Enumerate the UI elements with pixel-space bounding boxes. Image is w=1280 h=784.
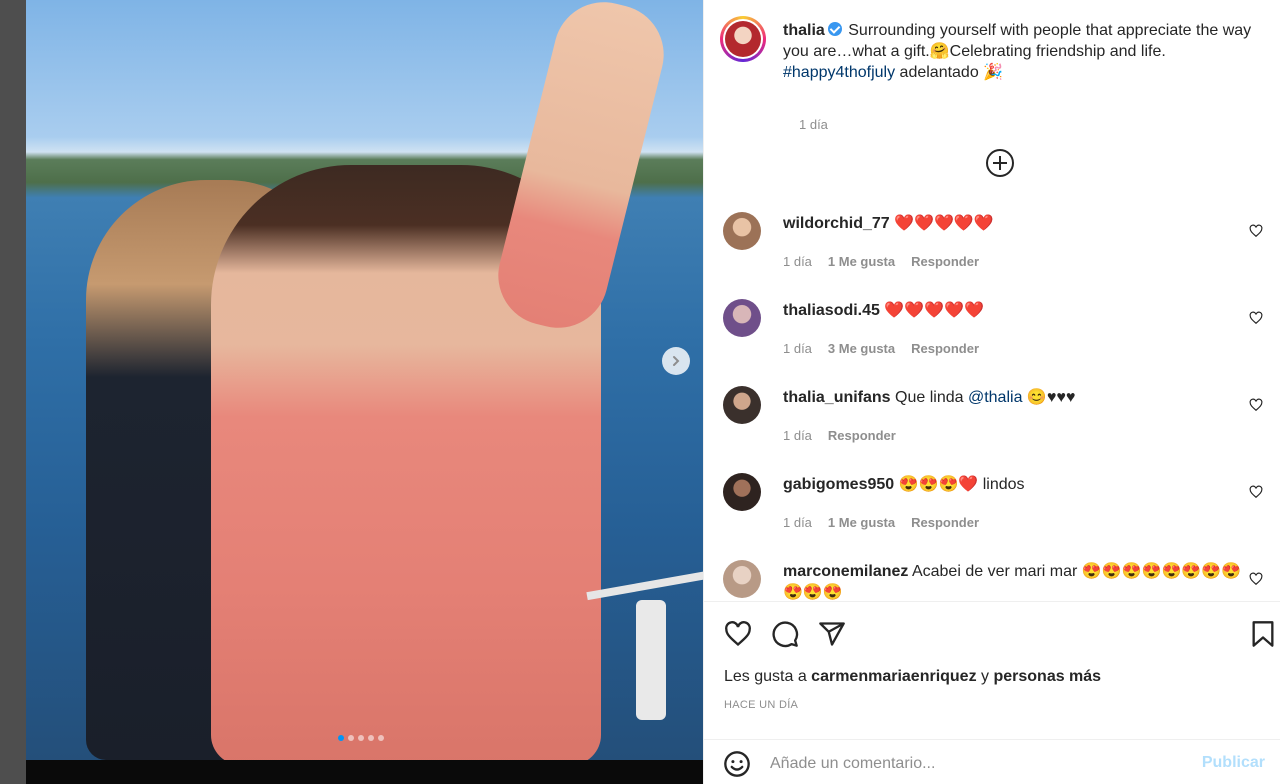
like-comment-heart-icon[interactable]	[1249, 398, 1263, 412]
caption-hashtag[interactable]: #happy4thofjuly	[783, 64, 895, 81]
overlay-backdrop	[0, 0, 26, 784]
save-bookmark-icon[interactable]	[1249, 620, 1277, 648]
like-comment-heart-icon[interactable]	[1249, 311, 1263, 325]
commenter-avatar[interactable]	[723, 386, 761, 424]
likes-prefix: Les gusta a	[724, 668, 812, 685]
carousel-next-button[interactable]	[662, 347, 690, 375]
comment-username[interactable]: marconemilanez	[783, 563, 908, 580]
photo-raised-arm	[487, 0, 675, 339]
photo-boat-post	[636, 600, 666, 720]
likes-summary: Les gusta a carmenmariaenriquez y person…	[724, 668, 1101, 686]
comment-bubble-icon[interactable]	[771, 620, 799, 648]
comments-list: wildorchid_77 ❤️❤️❤️❤️❤️ 1 día 1 Me gust…	[704, 200, 1280, 600]
comment-meta: 1 día 1 Me gusta Responder	[783, 515, 979, 530]
comment-item: thalia_unifans Que linda @thalia 😊♥♥♥ 1 …	[720, 374, 1265, 454]
comment-body: ❤️❤️❤️❤️❤️	[894, 215, 994, 232]
load-more-comments-button[interactable]	[986, 149, 1014, 177]
comment-time[interactable]: 1 día	[783, 341, 812, 356]
comment-item: wildorchid_77 ❤️❤️❤️❤️❤️ 1 día 1 Me gust…	[720, 200, 1265, 280]
carousel-dot	[338, 735, 344, 741]
comment-likes[interactable]: 3 Me gusta	[828, 341, 895, 356]
post-image	[26, 0, 703, 760]
commenter-avatar[interactable]	[723, 212, 761, 250]
comment-time[interactable]: 1 día	[783, 428, 812, 443]
comment-item: marconemilanez Acabei de ver mari mar 😍😍…	[720, 548, 1265, 600]
share-paper-plane-icon[interactable]	[818, 620, 846, 648]
likes-mid: y	[976, 668, 994, 685]
comment-reply-button[interactable]: Responder	[911, 341, 979, 356]
comment-time[interactable]: 1 día	[783, 515, 812, 530]
commenter-avatar[interactable]	[723, 299, 761, 337]
commenter-avatar[interactable]	[723, 473, 761, 511]
caption-text: thalia Surrounding yourself with people …	[783, 20, 1253, 83]
add-comment-input[interactable]	[770, 752, 1190, 776]
like-heart-icon[interactable]	[724, 620, 752, 648]
comment-meta: 1 día Responder	[783, 428, 896, 443]
caption-body: Surrounding yourself with people that ap…	[783, 22, 1252, 60]
comment-username[interactable]: thalia_unifans	[783, 389, 891, 406]
comment-item: thaliasodi.45 ❤️❤️❤️❤️❤️ 1 día 3 Me gust…	[720, 287, 1265, 367]
carousel-dots	[338, 735, 384, 741]
caption-username[interactable]: thalia	[783, 22, 825, 39]
carousel-dot	[378, 735, 384, 741]
author-avatar-image	[725, 21, 761, 57]
comment-text: thalia_unifans Que linda @thalia 😊♥♥♥	[783, 387, 1243, 408]
carousel-dot	[368, 735, 374, 741]
comment-text: thaliasodi.45 ❤️❤️❤️❤️❤️	[783, 300, 1243, 321]
likes-user[interactable]: carmenmariaenriquez	[811, 668, 976, 685]
likes-others-link[interactable]: personas más	[993, 668, 1101, 685]
author-avatar[interactable]	[720, 16, 766, 62]
media-bottom-bar	[26, 760, 703, 784]
comment-mention[interactable]: @thalia	[968, 389, 1023, 406]
comment-time[interactable]: 1 día	[783, 254, 812, 269]
comment-reply-button[interactable]: Responder	[911, 515, 979, 530]
comment-meta: 1 día 1 Me gusta Responder	[783, 254, 979, 269]
comment-username[interactable]: wildorchid_77	[783, 215, 890, 232]
comment-username[interactable]: thaliasodi.45	[783, 302, 880, 319]
caption-body-end: adelantado 🎉	[895, 64, 1004, 81]
comment-body-end: 😊♥♥♥	[1022, 389, 1076, 406]
like-comment-heart-icon[interactable]	[1249, 485, 1263, 499]
carousel-dot	[348, 735, 354, 741]
comment-body: 😍😍😍❤️ lindos	[898, 476, 1025, 493]
comment-username[interactable]: gabigomes950	[783, 476, 894, 493]
photo-boat-rail	[586, 567, 703, 601]
comment-reply-button[interactable]: Responder	[911, 254, 979, 269]
post-actions: Les gusta a carmenmariaenriquez y person…	[704, 601, 1280, 784]
publish-button[interactable]: Publicar	[1202, 754, 1265, 772]
comment-text: gabigomes950 😍😍😍❤️ lindos	[783, 474, 1243, 495]
add-comment-bar: Publicar	[704, 739, 1280, 784]
comment-likes[interactable]: 1 Me gusta	[828, 515, 895, 530]
comment-body: ❤️❤️❤️❤️❤️	[884, 302, 984, 319]
carousel-dot	[358, 735, 364, 741]
like-comment-heart-icon[interactable]	[1249, 572, 1263, 586]
comment-meta: 1 día 3 Me gusta Responder	[783, 341, 979, 356]
like-comment-heart-icon[interactable]	[1249, 224, 1263, 238]
comment-reply-button[interactable]: Responder	[828, 428, 896, 443]
chevron-right-icon	[673, 356, 680, 366]
verified-badge-icon	[827, 22, 842, 36]
comment-body: Que linda	[895, 389, 968, 406]
emoji-smiley-icon[interactable]	[723, 750, 751, 778]
comment-text: marconemilanez Acabei de ver mari mar 😍😍…	[783, 561, 1243, 600]
comment-item: gabigomes950 😍😍😍❤️ lindos 1 día 1 Me gus…	[720, 461, 1265, 541]
post-timestamp[interactable]: Hace un día	[724, 699, 798, 711]
comment-text: wildorchid_77 ❤️❤️❤️❤️❤️	[783, 213, 1243, 234]
commenter-avatar[interactable]	[723, 560, 761, 598]
caption-time[interactable]: 1 día	[799, 117, 828, 132]
comment-likes[interactable]: 1 Me gusta	[828, 254, 895, 269]
post-side-panel: thalia Surrounding yourself with people …	[703, 0, 1280, 784]
